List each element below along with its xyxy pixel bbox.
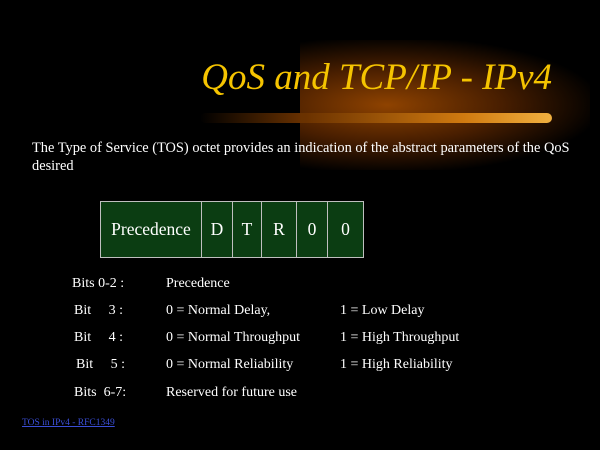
tos-field-r: R <box>262 202 297 257</box>
bit-meaning-1: 1 = High Throughput <box>340 330 460 345</box>
bit-label: Bit 4 : <box>74 330 124 345</box>
bit-row-6-7: Bits 6-7: Reserved for future use <box>0 385 600 403</box>
bit-meaning-1: 1 = High Reliability <box>340 357 453 372</box>
bit-meaning-0: Precedence <box>166 276 230 291</box>
intro-text: The Type of Service (TOS) octet provides… <box>32 140 570 174</box>
tos-field-zero-2: 0 <box>341 219 350 239</box>
bit-meaning-0: Reserved for future use <box>166 385 298 400</box>
bit-meaning-0: 0 = Normal Throughput <box>166 330 301 345</box>
tos-octet-diagram: Precedence D T R 0 0 <box>100 201 364 258</box>
bit-row-0-2: Bits 0-2 : Precedence <box>0 276 600 294</box>
bit-label: Bits 0-2 : <box>72 276 125 291</box>
title-underline-bar <box>200 113 552 123</box>
bit-label: Bits 6-7: <box>74 385 127 400</box>
tos-field-precedence: Precedence <box>101 202 202 257</box>
slide-title: QoS and TCP/IP - IPv4 <box>201 57 552 98</box>
bit-label: Bit 3 : <box>74 303 124 318</box>
bit-meaning-1: 1 = Low Delay <box>340 303 425 318</box>
bit-label: Bit 5 : <box>76 357 126 372</box>
tos-field-d: D <box>202 202 233 257</box>
bit-row-3: Bit 3 : 0 = Normal Delay, 1 = Low Delay <box>0 303 600 321</box>
bit-meaning-0: 0 = Normal Reliability <box>166 357 294 372</box>
tos-field-t: T <box>233 202 262 257</box>
bit-row-5: Bit 5 : 0 = Normal Reliability 1 = High … <box>0 357 600 375</box>
footer-rfc-link[interactable]: TOS in IPv4 - RFC1349 <box>22 418 115 428</box>
tos-field-zero-1: 0 <box>297 202 328 257</box>
bit-meaning-0: 0 = Normal Delay, <box>166 303 271 318</box>
bit-row-4: Bit 4 : 0 = Normal Throughput 1 = High T… <box>0 330 600 348</box>
